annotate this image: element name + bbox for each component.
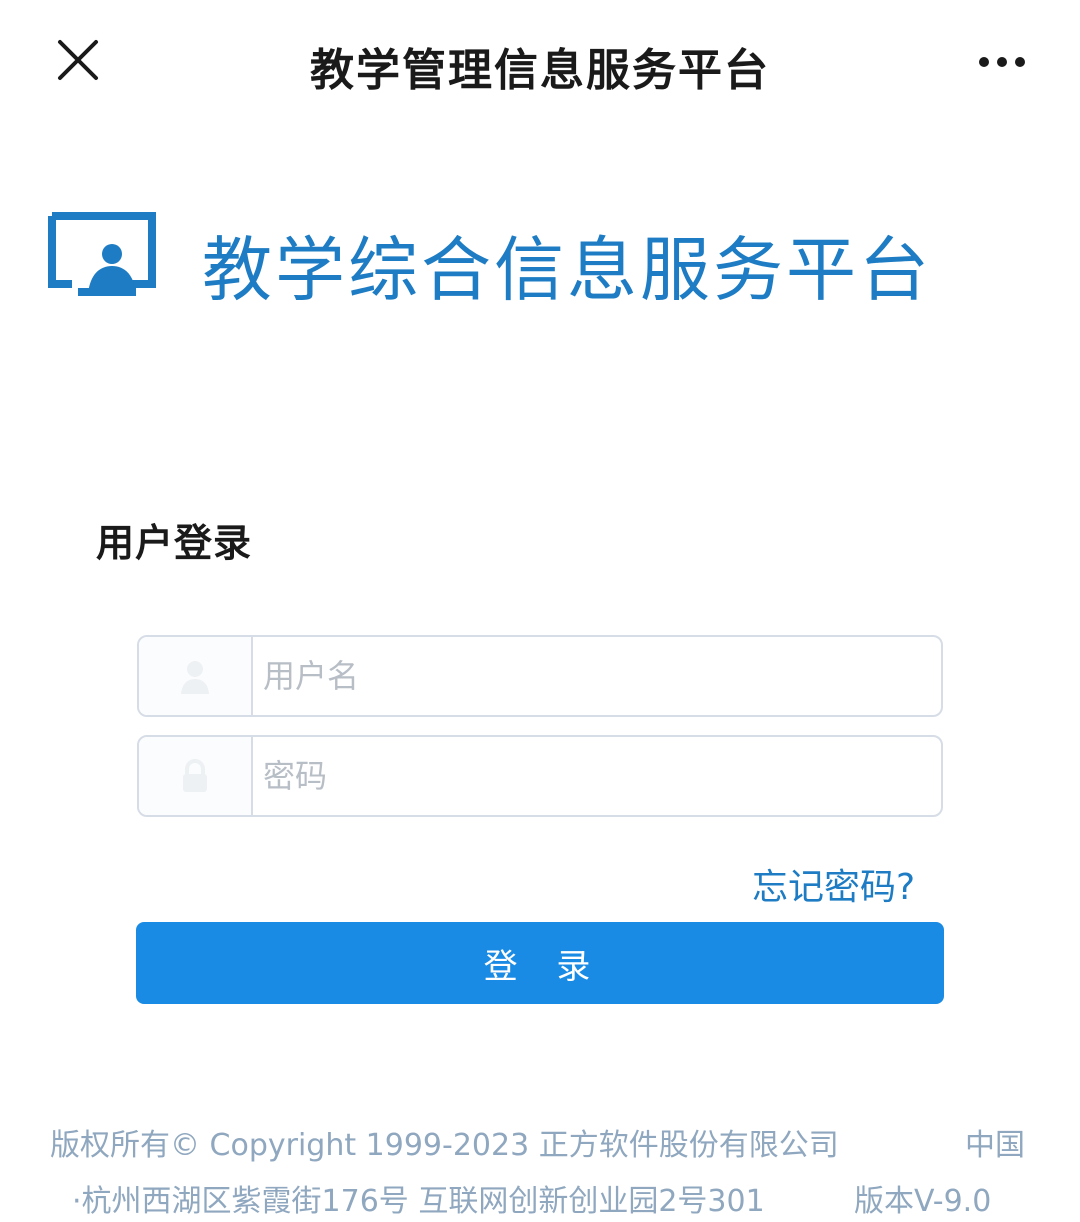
user-icon — [181, 661, 209, 694]
footer-copyright: 版权所有© Copyright 1999-2023 正方软件股份有限公司 — [50, 1128, 839, 1163]
password-input[interactable] — [263, 737, 923, 815]
brand-logo — [48, 210, 156, 298]
login-button[interactable]: 登 录 — [136, 922, 944, 1004]
top-navbar: 教学管理信息服务平台 — [0, 0, 1080, 124]
username-input[interactable] — [263, 637, 923, 715]
login-section-title: 用户登录 — [96, 521, 253, 565]
username-field — [137, 635, 943, 717]
brand-title: 教学综合信息服务平台 — [202, 229, 932, 311]
footer-country: 中国 — [965, 1128, 1025, 1163]
more-options-button[interactable] — [970, 44, 1034, 80]
login-page: 教学管理信息服务平台 教学综合信息服务平台 用户登录 用户名 忘记密码? 登 录… — [0, 0, 1080, 1222]
more-dots-icon — [979, 57, 1025, 67]
screen-user-logo-icon — [48, 212, 156, 296]
password-field — [137, 735, 943, 817]
lock-icon — [183, 759, 207, 792]
forgot-password-link[interactable]: 忘记密码? — [752, 858, 915, 910]
password-addon — [139, 737, 253, 815]
footer-version: 版本V-9.0 — [854, 1184, 992, 1219]
username-addon — [139, 637, 253, 715]
footer-address: ·杭州西湖区紫霞街176号 互联网创新创业园2号301 — [72, 1184, 765, 1219]
page-title: 教学管理信息服务平台 — [310, 45, 770, 96]
